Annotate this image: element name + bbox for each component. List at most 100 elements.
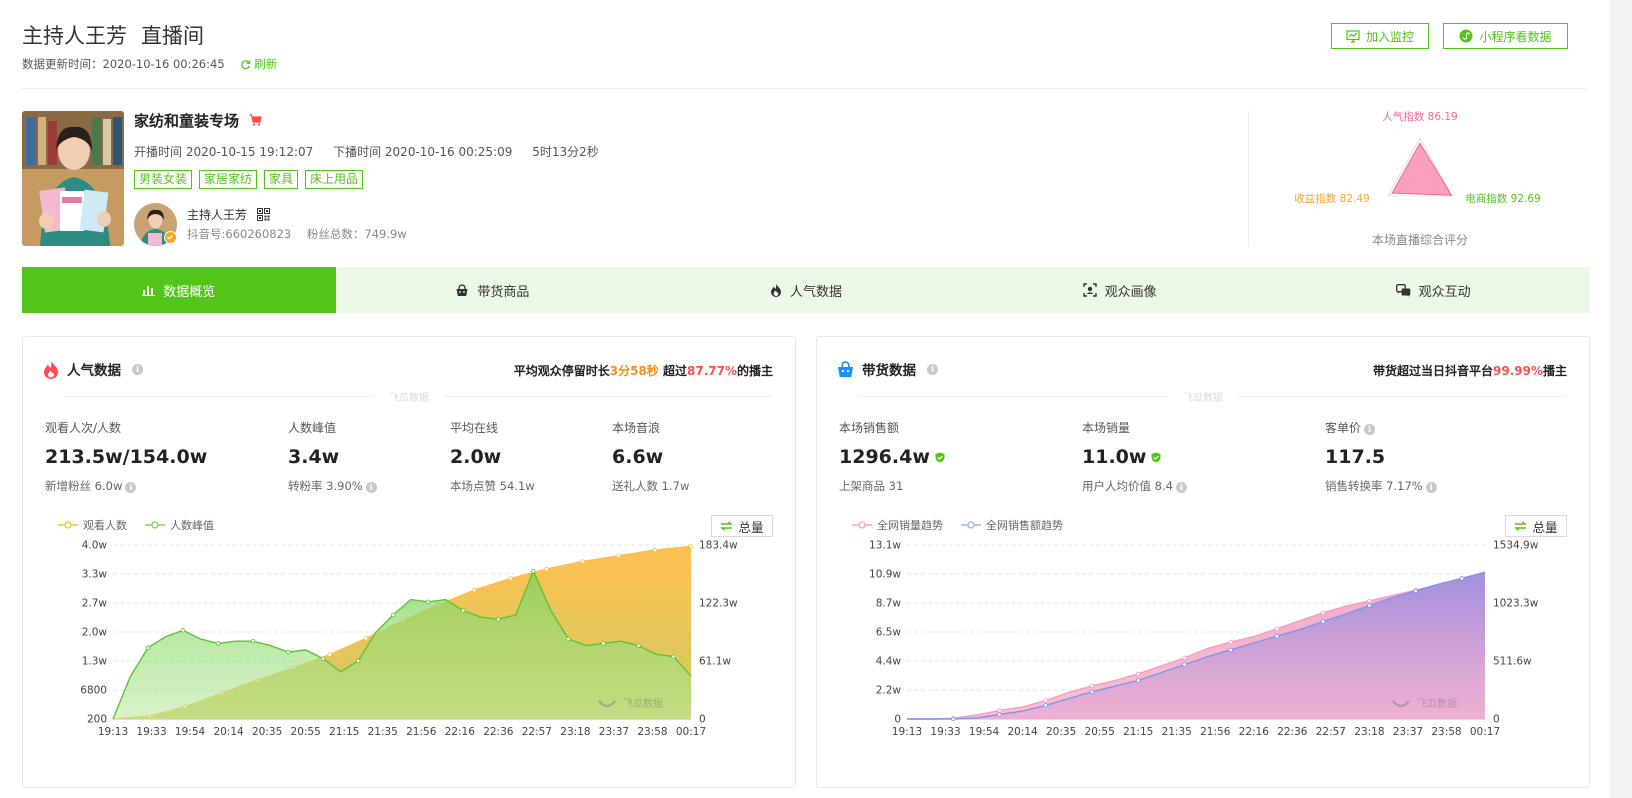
host-meta: 抖音号:660260823 粉丝总数：749.9w [187,226,419,242]
tab-label: 观众画像 [1104,284,1157,300]
data-point [531,569,536,574]
x-tick-label: 19:33 [136,726,166,738]
page: 主持人王芳 直播间 数据更新时间：2020-10-16 00:26:45 刷新 加… [0,0,1610,798]
sales-card: 带货数据 i 带货超过当日抖音平台99.99%播主 飞瓜数据 本场销售额 1296… [816,336,1590,788]
category-tag[interactable]: 家居家纺 [199,170,258,189]
total-label: 总量 [738,519,764,535]
info-icon[interactable]: i [1175,482,1187,493]
metric-views: 观看人次/人数 213.5w/154.0w 新增粉丝 6.0w i [45,419,207,494]
radar-chart: 人气指数 86.19 收益指数 82.49 电商指数 92.69 本场直播综合评… [1294,110,1540,247]
fans-count: 粉丝总数：749.9w [306,227,407,241]
shopping-basket-icon [838,360,853,377]
tab-audience-interaction[interactable]: 观众互动 [1276,267,1590,313]
miniapp-data-button[interactable]: 小程序看数据 [1443,23,1568,49]
info-icon[interactable]: i [365,482,377,493]
scrollbar-track[interactable] [1610,0,1632,798]
x-tick-label: 21:56 [1200,726,1231,738]
data-point [652,547,658,553]
y2-tick-label: 1023.3w [1493,598,1539,610]
info-icon[interactable]: i [125,482,137,493]
legend-item[interactable]: 观看人数 [58,517,127,533]
total-toggle-button[interactable]: 总量 [1505,515,1567,537]
x-tick-label: 19:33 [930,726,960,738]
info-icon[interactable]: i [1425,482,1437,493]
room-times: 开播时间 2020-10-15 19:12:07 下播时间 2020-10-16… [134,143,615,160]
header-divider [22,88,1587,89]
start-time: 开播时间 2020-10-15 19:12:07 [134,145,314,159]
data-point [1136,678,1141,683]
avg-stay-time: 3分58秒 [609,364,659,378]
x-tick-label: 19:13 [892,726,922,738]
data-point [1136,671,1141,677]
legend-item[interactable]: 全网销售额趋势 [961,517,1063,533]
legend-item[interactable]: 全网销量趋势 [852,517,943,533]
data-point [997,712,1002,717]
popularity-chart: 200 6800 1.3w 2.0w 2.7w 3.3w 4.0w 0 61.1w 122.3w 1… [80,540,738,739]
x-tick-label: 21:56 [406,726,437,738]
metric-value: 1296.4w [839,446,930,468]
x-tick-label: 20:35 [252,726,282,738]
tab-label: 数据概览 [163,284,216,300]
metric-sub: 新增粉丝 6.0w [45,479,123,493]
tab-audience-profile[interactable]: 观众画像 [963,267,1277,313]
x-tick-label: 20:55 [1085,726,1115,738]
flame-icon [44,360,58,379]
info-icon[interactable]: i [1364,424,1376,435]
x-tick-label: 23:18 [560,726,590,738]
category-tag[interactable]: 家具 [264,170,299,189]
data-point [1089,689,1095,694]
popularity-legend: 观看人数 人数峰值 [58,517,214,533]
flame-icon [770,283,781,297]
info-icon[interactable]: i [132,363,143,375]
y-tick-label: 6.5w [876,627,902,639]
metric-sub: 转粉率 3.90% [288,479,363,493]
tab-goods[interactable]: 带货商品 [336,267,650,313]
tab-label: 观众互动 [1418,284,1471,300]
y2-tick-label: 122.3w [699,598,738,610]
tab-overview[interactable]: 数据概览 [22,267,336,313]
data-point [1274,634,1280,639]
metric-label: 本场销售额 [839,421,900,435]
data-point [566,636,571,642]
tab-label: 带货商品 [477,284,530,300]
info-icon[interactable]: i [927,363,938,375]
x-tick-label: 19:54 [969,726,1000,738]
data-point [320,656,326,661]
category-tag[interactable]: 男装女装 [134,170,193,189]
data-point [363,636,369,641]
room-label: 直播间 [141,24,204,48]
watermark-text: 飞瓜数据 [1169,389,1237,404]
sales-note: 带货超过当日抖音平台99.99%播主 [1373,362,1567,379]
y-tick-label: 2.2w [876,685,902,697]
refresh-button[interactable]: 刷新 [240,57,277,71]
y2-tick-label: 511.6w [1493,656,1532,668]
note-text: 播主 [1542,364,1567,378]
legend-label: 全网销量趋势 [877,519,943,532]
data-point [1320,610,1326,615]
data-point [997,708,1002,713]
y2-tick-label: 183.4w [699,540,738,552]
qr-code-icon[interactable] [256,208,270,221]
data-point [426,599,431,605]
y-tick-label: 2.0w [82,627,108,639]
x-tick-label: 20:14 [1007,726,1038,738]
room-cover-image [22,111,124,246]
sales-title-text: 带货数据 [862,363,916,379]
x-tick-label: 21:35 [1162,726,1192,738]
data-point [951,716,956,722]
tab-popularity[interactable]: 人气数据 [649,267,963,313]
data-point [215,641,221,646]
watermark-text: 飞瓜数据 [375,389,443,404]
x-tick-label: 21:15 [329,726,359,738]
x-tick-label: 19:13 [98,726,128,738]
category-tag[interactable]: 床上用品 [305,170,364,189]
add-monitor-button[interactable]: 加入监控 [1331,23,1429,49]
metric-value: 3.4w [288,446,340,468]
data-point [472,587,477,593]
y2-tick-label: 61.1w [699,656,731,668]
verified-shield-icon [935,452,945,462]
note-text: 平均观众停留时长 [513,364,610,378]
refresh-icon [241,60,251,70]
total-toggle-button[interactable]: 总量 [711,515,773,537]
legend-item[interactable]: 人数峰值 [145,517,214,533]
